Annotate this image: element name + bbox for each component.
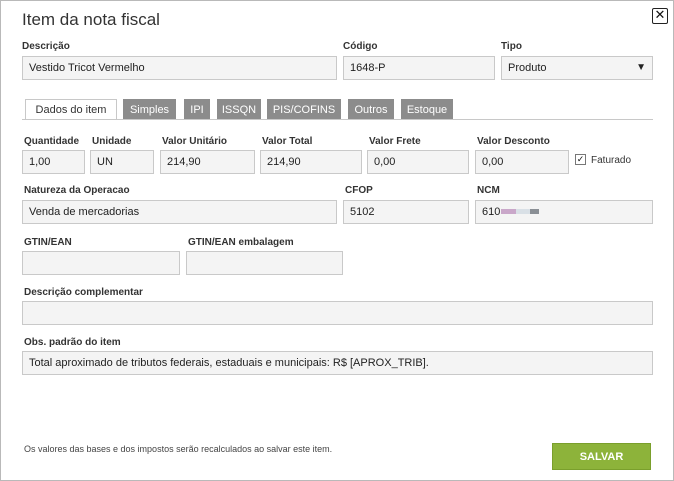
redacted-digits — [516, 209, 530, 214]
unidade-label: Unidade — [92, 136, 132, 147]
valor-total-label: Valor Total — [262, 136, 313, 147]
valor-unitario-value: 214,90 — [167, 156, 201, 168]
chevron-down-icon: ▼ — [636, 62, 646, 73]
gtin-embalagem-field[interactable] — [186, 251, 343, 275]
footer-note: Os valores das bases e dos impostos serã… — [24, 444, 333, 454]
unidade-field[interactable]: UN — [90, 150, 154, 174]
gtin-field[interactable] — [22, 251, 180, 275]
cfop-label: CFOP — [345, 185, 373, 196]
tipo-value: Produto — [508, 62, 547, 74]
descricao-label: Descrição — [22, 41, 70, 52]
codigo-field[interactable]: 1648-P — [343, 56, 495, 80]
valor-unitario-field[interactable]: 214,90 — [160, 150, 255, 174]
quantidade-label: Quantidade — [24, 136, 80, 147]
tab-simples[interactable]: Simples — [123, 99, 176, 119]
valor-unitario-label: Valor Unitário — [162, 136, 228, 147]
redacted-digits — [501, 209, 516, 214]
descricao-field[interactable]: Vestido Tricot Vermelho — [22, 56, 337, 80]
natureza-field[interactable]: Venda de mercadorias — [22, 200, 337, 224]
tab-issqn[interactable]: ISSQN — [217, 99, 261, 119]
valor-total-value: 214,90 — [267, 156, 301, 168]
quantidade-value: 1,00 — [29, 156, 51, 168]
cfop-field[interactable]: 5102 — [343, 200, 469, 224]
ncm-value: 610 — [482, 206, 501, 218]
valor-desconto-field[interactable]: 0,00 — [475, 150, 569, 174]
obs-padrao-field[interactable]: Total aproximado de tributos federais, e… — [22, 351, 653, 375]
descricao-complementar-field[interactable] — [22, 301, 653, 325]
close-icon[interactable]: ✕ — [652, 8, 668, 24]
ncm-label: NCM — [477, 185, 500, 196]
natureza-label: Natureza da Operacao — [24, 185, 130, 196]
unidade-value: UN — [97, 156, 113, 168]
codigo-value: 1648-P — [350, 62, 386, 74]
item-dialog: Item da nota fiscal ✕ Descrição Vestido … — [0, 0, 674, 481]
redacted-digits — [530, 209, 539, 214]
faturado-checkbox[interactable]: ✓ — [575, 154, 586, 165]
tipo-select[interactable]: Produto ▼ — [501, 56, 653, 80]
tab-ipi[interactable]: IPI — [184, 99, 210, 119]
dialog-title: Item da nota fiscal — [22, 10, 160, 29]
tab-dados-do-item[interactable]: Dados do item — [25, 99, 117, 120]
obs-padrao-value: Total aproximado de tributos federais, e… — [29, 357, 429, 369]
valor-frete-field[interactable]: 0,00 — [367, 150, 469, 174]
tab-pis-cofins[interactable]: PIS/COFINS — [267, 99, 341, 119]
descricao-complementar-label: Descrição complementar — [24, 287, 143, 298]
obs-padrao-label: Obs. padrão do item — [24, 337, 121, 348]
codigo-label: Código — [343, 41, 378, 52]
valor-desconto-label: Valor Desconto — [477, 136, 550, 147]
quantidade-field[interactable]: 1,00 — [22, 150, 85, 174]
descricao-value: Vestido Tricot Vermelho — [29, 62, 145, 74]
valor-total-field[interactable]: 214,90 — [260, 150, 362, 174]
tab-outros[interactable]: Outros — [348, 99, 394, 119]
gtin-label: GTIN/EAN — [24, 237, 72, 248]
natureza-value: Venda de mercadorias — [29, 206, 140, 218]
gtin-embalagem-label: GTIN/EAN embalagem — [188, 237, 294, 248]
ncm-field[interactable]: 610 — [475, 200, 653, 224]
valor-desconto-value: 0,00 — [482, 156, 504, 168]
valor-frete-value: 0,00 — [374, 156, 396, 168]
cfop-value: 5102 — [350, 206, 375, 218]
save-button[interactable]: SALVAR — [552, 443, 651, 470]
valor-frete-label: Valor Frete — [369, 136, 421, 147]
tabs-divider — [22, 119, 653, 120]
tab-estoque[interactable]: Estoque — [401, 99, 453, 119]
tipo-label: Tipo — [501, 41, 522, 52]
faturado-label: Faturado — [591, 155, 632, 166]
